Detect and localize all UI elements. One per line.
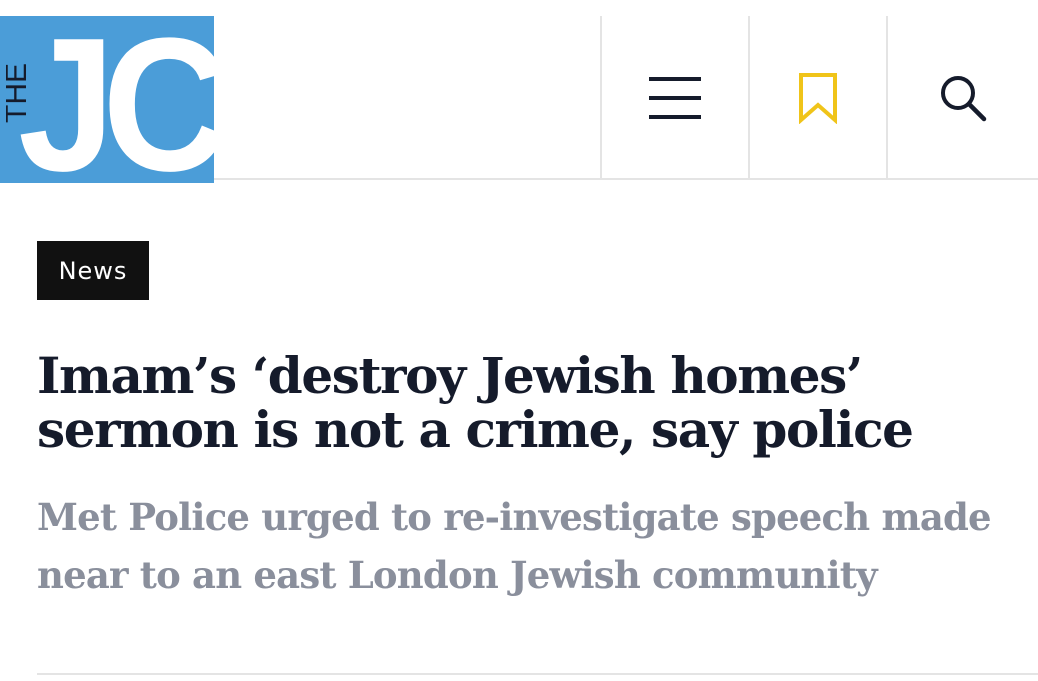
logo-jc-text: JC — [18, 16, 214, 183]
category-badge[interactable]: News — [37, 241, 149, 300]
menu-button[interactable] — [602, 16, 748, 179]
search-icon — [941, 75, 987, 121]
site-logo[interactable]: THE JC — [0, 16, 214, 183]
menu-icon — [649, 76, 701, 119]
content-divider — [37, 673, 1038, 675]
search-button[interactable] — [888, 16, 1038, 179]
article-headline: Imam’s ‘destroy Jewish homes’ sermon is … — [37, 346, 914, 459]
bookmark-icon — [799, 72, 837, 124]
bookmark-button[interactable] — [750, 16, 886, 179]
site-header: THE JC — [0, 0, 1038, 183]
article-subheadline: Met Police urged to re-investigate speec… — [37, 495, 992, 597]
